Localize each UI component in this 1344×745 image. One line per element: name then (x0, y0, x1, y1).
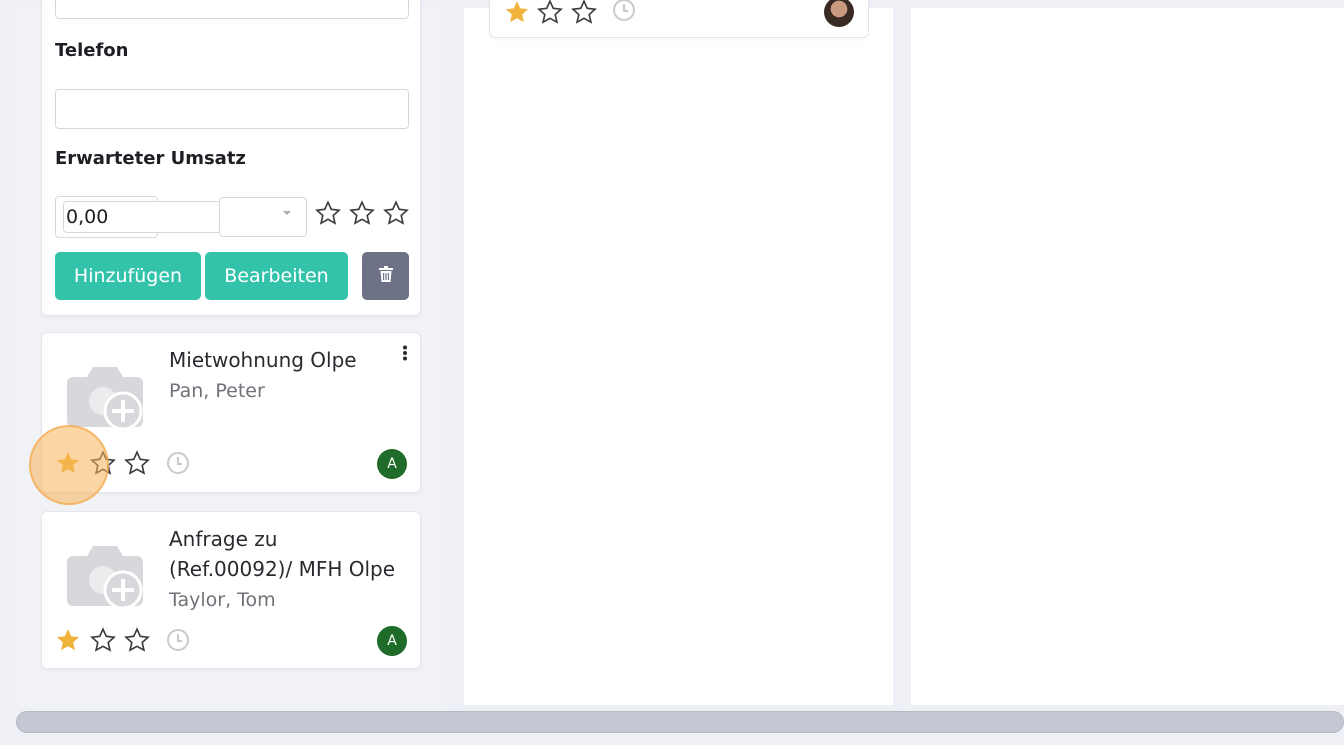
star-outline-icon[interactable] (124, 450, 150, 476)
lead-contact: Taylor, Tom (169, 589, 276, 611)
delete-button[interactable] (362, 252, 409, 300)
camera-plus-icon[interactable] (65, 542, 149, 614)
clock-icon (613, 0, 635, 21)
phone-field[interactable] (55, 89, 409, 129)
lead-card-top[interactable] (489, 0, 869, 38)
lead-title-line2[interactable]: (Ref.00092)/ MFH Olpe (169, 554, 395, 584)
lead-card[interactable]: Anfrage zu (Ref.00092)/ MFH Olpe Taylor,… (41, 511, 421, 669)
trash-icon (378, 265, 393, 287)
star-filled-icon[interactable] (504, 0, 530, 25)
revenue-label: Erwarteter Umsatz (55, 148, 246, 169)
camera-plus-icon[interactable] (65, 363, 149, 435)
star-outline-icon[interactable] (90, 627, 116, 653)
star-outline-icon[interactable] (383, 200, 409, 226)
avatar (824, 0, 854, 27)
avatar[interactable]: A (377, 626, 407, 656)
kanban-column-middle (464, 8, 893, 705)
lead-title-line1[interactable]: Anfrage zu (169, 524, 277, 554)
name-field[interactable] (55, 0, 409, 19)
lead-contact: Pan, Peter (169, 380, 265, 402)
clock-icon[interactable] (167, 452, 189, 474)
revenue-input[interactable]: 0,00 (63, 201, 221, 233)
lead-form-card: Telefon Erwarteter Umsatz 0,00 Hinzufüge… (41, 0, 421, 316)
avatar[interactable]: A (377, 449, 407, 479)
phone-label: Telefon (55, 40, 129, 61)
click-highlight (29, 425, 109, 505)
chevron-down-icon (283, 211, 291, 215)
star-outline-icon[interactable] (537, 0, 563, 25)
clock-icon[interactable] (167, 629, 189, 651)
star-outline-icon[interactable] (124, 627, 150, 653)
edit-button[interactable]: Bearbeiten (205, 252, 348, 300)
star-outline-icon[interactable] (571, 0, 597, 25)
star-outline-icon[interactable] (315, 200, 341, 226)
star-filled-icon[interactable] (55, 627, 81, 653)
add-button[interactable]: Hinzufügen (55, 252, 201, 300)
more-vertical-icon[interactable] (402, 345, 408, 361)
kanban-column-right (911, 8, 1344, 705)
lead-title[interactable]: Mietwohnung Olpe (169, 345, 357, 375)
currency-select[interactable] (219, 197, 307, 237)
star-outline-icon[interactable] (349, 200, 375, 226)
horizontal-scrollbar[interactable] (16, 711, 1344, 733)
